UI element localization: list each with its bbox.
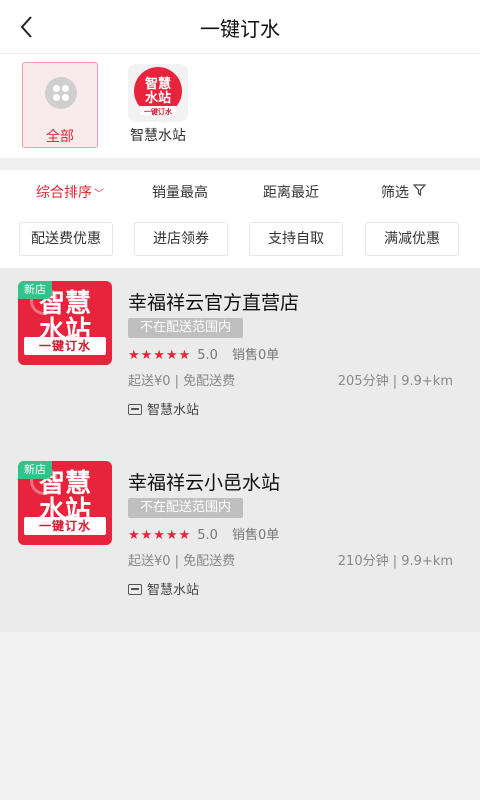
filter-panel: 综合排序 ﹀ 销量最高 距离最近 筛选 配送费优惠 进店领券 支持自取 满减优惠 <box>0 170 480 268</box>
rating-value: 5.0 <box>197 348 218 363</box>
category-bar: 全部 智慧 水站 一键订水 智慧水站 <box>0 54 480 158</box>
sort-label: 综合排序 <box>36 185 92 201</box>
divider <box>0 158 480 170</box>
grid-icon <box>45 77 77 109</box>
chip-delivery-discount[interactable]: 配送费优惠 <box>19 222 113 256</box>
svg-text:智慧: 智慧 <box>145 76 171 92</box>
chevron-down-icon: ﹀ <box>94 189 104 200</box>
svg-text:一键订水: 一键订水 <box>144 107 173 116</box>
smart-water-logo-icon: 智慧 水站 一键订水 <box>128 64 188 122</box>
sort-label: 距离最近 <box>263 185 319 201</box>
new-store-badge: 新店 <box>18 281 52 299</box>
delivery-fee: 起送¥0 | 免配送费 <box>128 554 236 569</box>
shop-brand: 智慧水站 <box>128 399 199 418</box>
category-label: 全部 <box>46 129 74 145</box>
sort-tab-distance[interactable]: 距离最近 <box>263 182 319 202</box>
shop-list: 智慧 水站 一键订水 新店 幸福祥云官方直营店 不在配送范围内 ★★★★★ 5.0… <box>0 268 480 632</box>
delivery-distance: 210分钟 | 9.9+km <box>337 554 453 569</box>
rating-value: 5.0 <box>197 528 218 543</box>
delivery-range-badge: 不在配送范围内 <box>128 498 244 518</box>
store-icon <box>128 404 142 415</box>
delivery-range-badge: 不在配送范围内 <box>128 318 244 338</box>
delivery-fee: 起送¥0 | 免配送费 <box>128 374 236 389</box>
funnel-icon <box>413 184 427 197</box>
brand-label: 智慧水站 <box>147 583 200 598</box>
sales-count: 销售0单 <box>231 348 280 363</box>
brand-label: 智慧水站 <box>147 403 200 418</box>
chip-self-pickup[interactable]: 支持自取 <box>249 222 343 256</box>
chip-full-reduction[interactable]: 满减优惠 <box>365 222 459 256</box>
shop-rating: ★★★★★ 5.0 销售0单 <box>128 344 279 363</box>
star-icon: ★★★★★ <box>128 528 192 543</box>
shop-name: 幸福祥云小邑水站 <box>128 472 281 494</box>
new-store-badge: 新店 <box>18 461 52 479</box>
star-icon: ★★★★★ <box>128 348 192 363</box>
delivery-distance: 205分钟 | 9.9+km <box>337 374 453 389</box>
logo-band: 一键订水 <box>24 337 106 355</box>
sort-tab-filter[interactable]: 筛选 <box>381 182 427 202</box>
shop-card[interactable]: 智慧 水站 一键订水 新店 幸福祥云小邑水站 不在配送范围内 ★★★★★ 5.0 销… <box>0 448 480 628</box>
category-label: 智慧水站 <box>130 128 186 144</box>
chip-store-coupon[interactable]: 进店领券 <box>134 222 228 256</box>
category-all[interactable]: 全部 <box>22 62 98 148</box>
sales-count: 销售0单 <box>231 528 280 543</box>
shop-rating: ★★★★★ 5.0 销售0单 <box>128 524 279 543</box>
sort-label: 销量最高 <box>152 185 208 201</box>
shop-card[interactable]: 智慧 水站 一键订水 新店 幸福祥云官方直营店 不在配送范围内 ★★★★★ 5.0… <box>0 268 480 448</box>
page-title: 一键订水 <box>200 17 280 41</box>
empty-area <box>0 632 480 800</box>
sort-label: 筛选 <box>381 185 409 201</box>
svg-text:水站: 水站 <box>145 90 171 106</box>
logo-band: 一键订水 <box>24 517 106 535</box>
sort-tab-comprehensive[interactable]: 综合排序 ﹀ <box>36 182 104 202</box>
shop-name: 幸福祥云官方直营店 <box>128 292 300 314</box>
shop-brand: 智慧水站 <box>128 579 199 598</box>
top-bar: 一键订水 <box>0 0 480 54</box>
category-smart-water[interactable]: 智慧 水站 一键订水 智慧水站 <box>118 60 198 146</box>
store-icon <box>128 584 142 595</box>
sort-tab-sales[interactable]: 销量最高 <box>152 182 208 202</box>
